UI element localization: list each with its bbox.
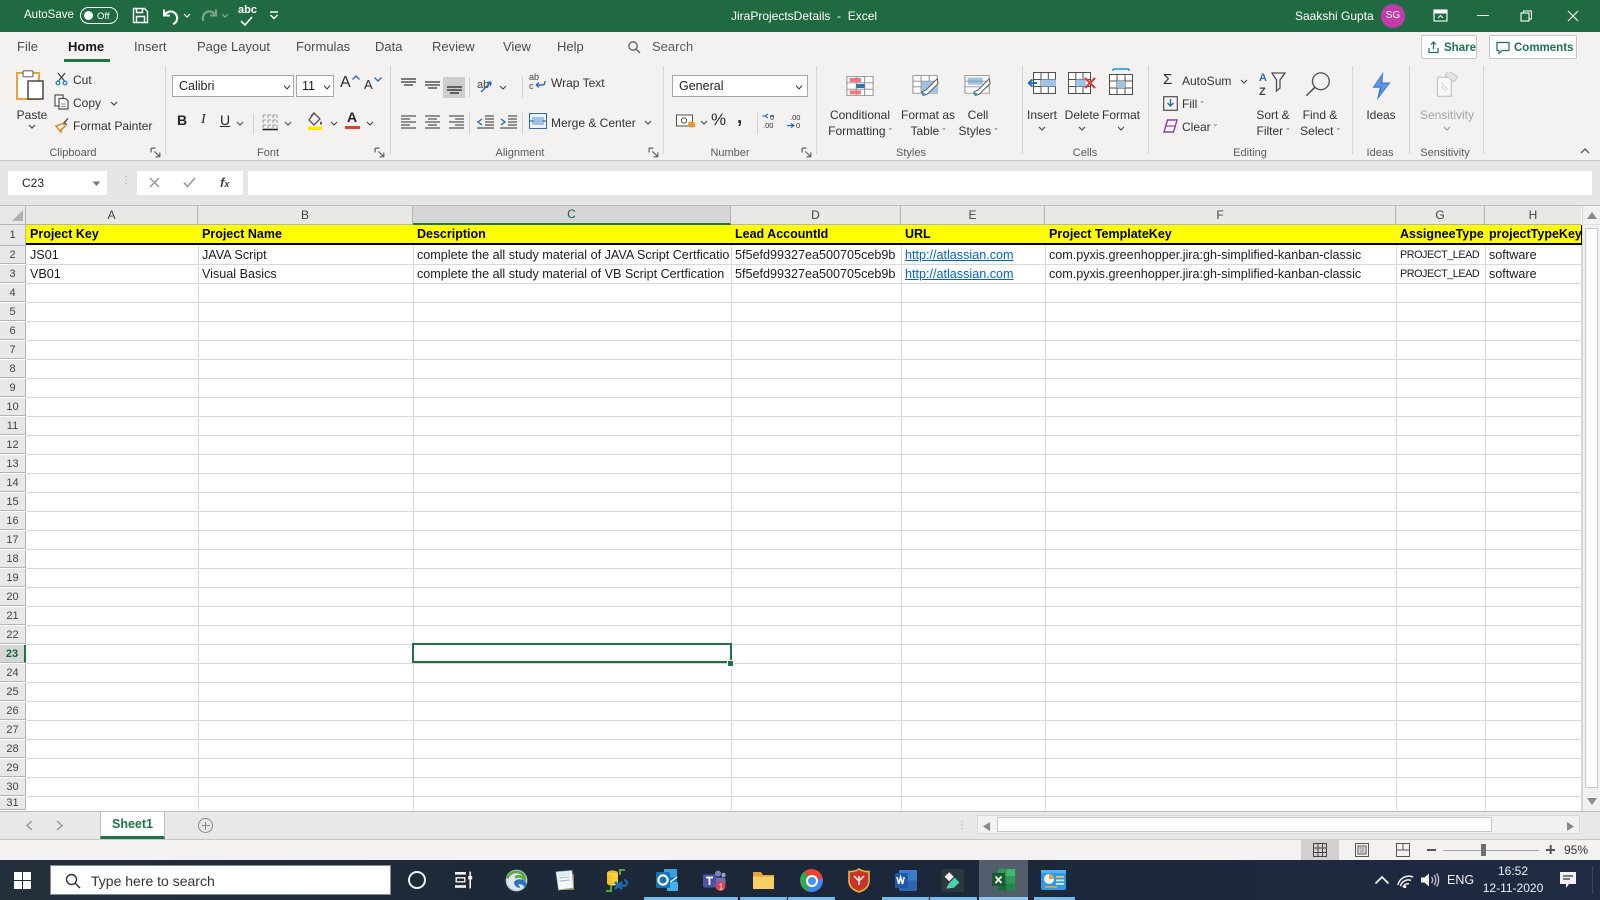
svg-text:.00: .00	[763, 121, 773, 130]
svg-text:c: c	[529, 81, 534, 90]
svg-text:Z: Z	[1259, 86, 1266, 97]
svg-text:0: 0	[796, 121, 800, 130]
svg-text:1: 1	[719, 882, 724, 891]
svg-text:A: A	[1259, 72, 1267, 84]
